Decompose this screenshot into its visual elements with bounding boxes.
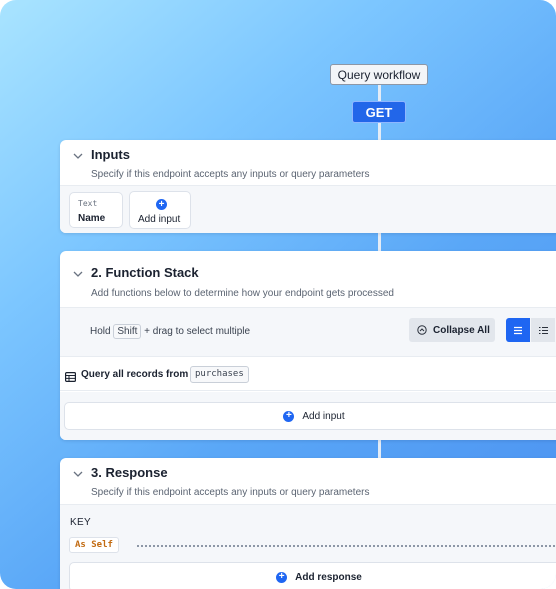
plus-circle-icon: + bbox=[283, 410, 295, 422]
connector-line bbox=[378, 233, 381, 251]
input-field-name: Name bbox=[78, 213, 106, 224]
inputs-card: Inputs Specify if this endpoint accepts … bbox=[60, 140, 556, 233]
function-stack-title: 2. Function Stack bbox=[91, 265, 199, 280]
shift-key: Shift bbox=[113, 324, 142, 339]
inputs-subtitle: Specify if this endpoint accepts any inp… bbox=[91, 169, 370, 180]
input-field-tile[interactable]: Text Name bbox=[69, 192, 123, 228]
add-response-label: Add response bbox=[295, 571, 362, 583]
response-title: 3. Response bbox=[91, 465, 168, 480]
list-view-toggle[interactable] bbox=[506, 318, 530, 342]
collapse-all-label: Collapse All bbox=[433, 324, 490, 336]
http-method-badge[interactable]: GET bbox=[352, 101, 406, 123]
function-step-query[interactable]: Query all records from purchases bbox=[60, 357, 556, 391]
response-key-value[interactable]: As Self bbox=[69, 537, 119, 553]
indent-view-toggle[interactable] bbox=[531, 318, 555, 342]
add-input-button[interactable]: + Add input bbox=[129, 191, 191, 229]
response-card: 3. Response Specify if this endpoint acc… bbox=[60, 458, 556, 589]
add-function-button[interactable]: + Add input bbox=[64, 402, 556, 430]
connector-line bbox=[378, 84, 381, 102]
connector-line bbox=[378, 122, 381, 140]
list-view-icon bbox=[514, 326, 522, 334]
connector-line bbox=[378, 440, 381, 458]
collapse-all-button[interactable]: Collapse All bbox=[409, 318, 495, 342]
function-stack-card: 2. Function Stack Add functions below to… bbox=[60, 251, 556, 440]
query-label: Query all records from bbox=[81, 369, 189, 380]
multi-select-hint: Hold Shift + drag to select multiple bbox=[90, 324, 250, 339]
response-subtitle: Specify if this endpoint accepts any inp… bbox=[91, 487, 370, 498]
chevron-down-icon[interactable] bbox=[72, 150, 84, 162]
table-icon bbox=[65, 369, 77, 387]
chevron-down-icon[interactable] bbox=[72, 268, 84, 280]
add-function-label: Add input bbox=[302, 410, 345, 422]
key-column-header: KEY bbox=[70, 517, 91, 528]
add-response-button[interactable]: + Add response bbox=[69, 562, 556, 589]
inputs-title: Inputs bbox=[91, 147, 130, 162]
collapse-icon bbox=[417, 325, 427, 335]
function-stack-header[interactable]: 2. Function Stack Add functions below to… bbox=[60, 251, 556, 305]
plus-circle-icon: + bbox=[156, 199, 167, 210]
function-stack-subtitle: Add functions below to determine how you… bbox=[91, 288, 394, 299]
query-table-name[interactable]: purchases bbox=[190, 366, 249, 383]
add-input-label: Add input bbox=[138, 214, 181, 225]
plus-circle-icon: + bbox=[276, 571, 288, 583]
response-dotted-leader bbox=[137, 545, 556, 547]
hint-rest: + drag to select multiple bbox=[144, 326, 251, 337]
workflow-title[interactable]: Query workflow bbox=[330, 64, 428, 85]
hint-hold: Hold bbox=[90, 326, 111, 337]
list-indent-icon bbox=[538, 326, 548, 334]
function-stack-toolbar: Hold Shift + drag to select multiple Col… bbox=[60, 307, 556, 357]
canvas-background: Query workflow GET Inputs Specify if thi… bbox=[0, 0, 556, 589]
input-field-type: Text bbox=[78, 199, 98, 208]
chevron-down-icon[interactable] bbox=[72, 468, 84, 480]
